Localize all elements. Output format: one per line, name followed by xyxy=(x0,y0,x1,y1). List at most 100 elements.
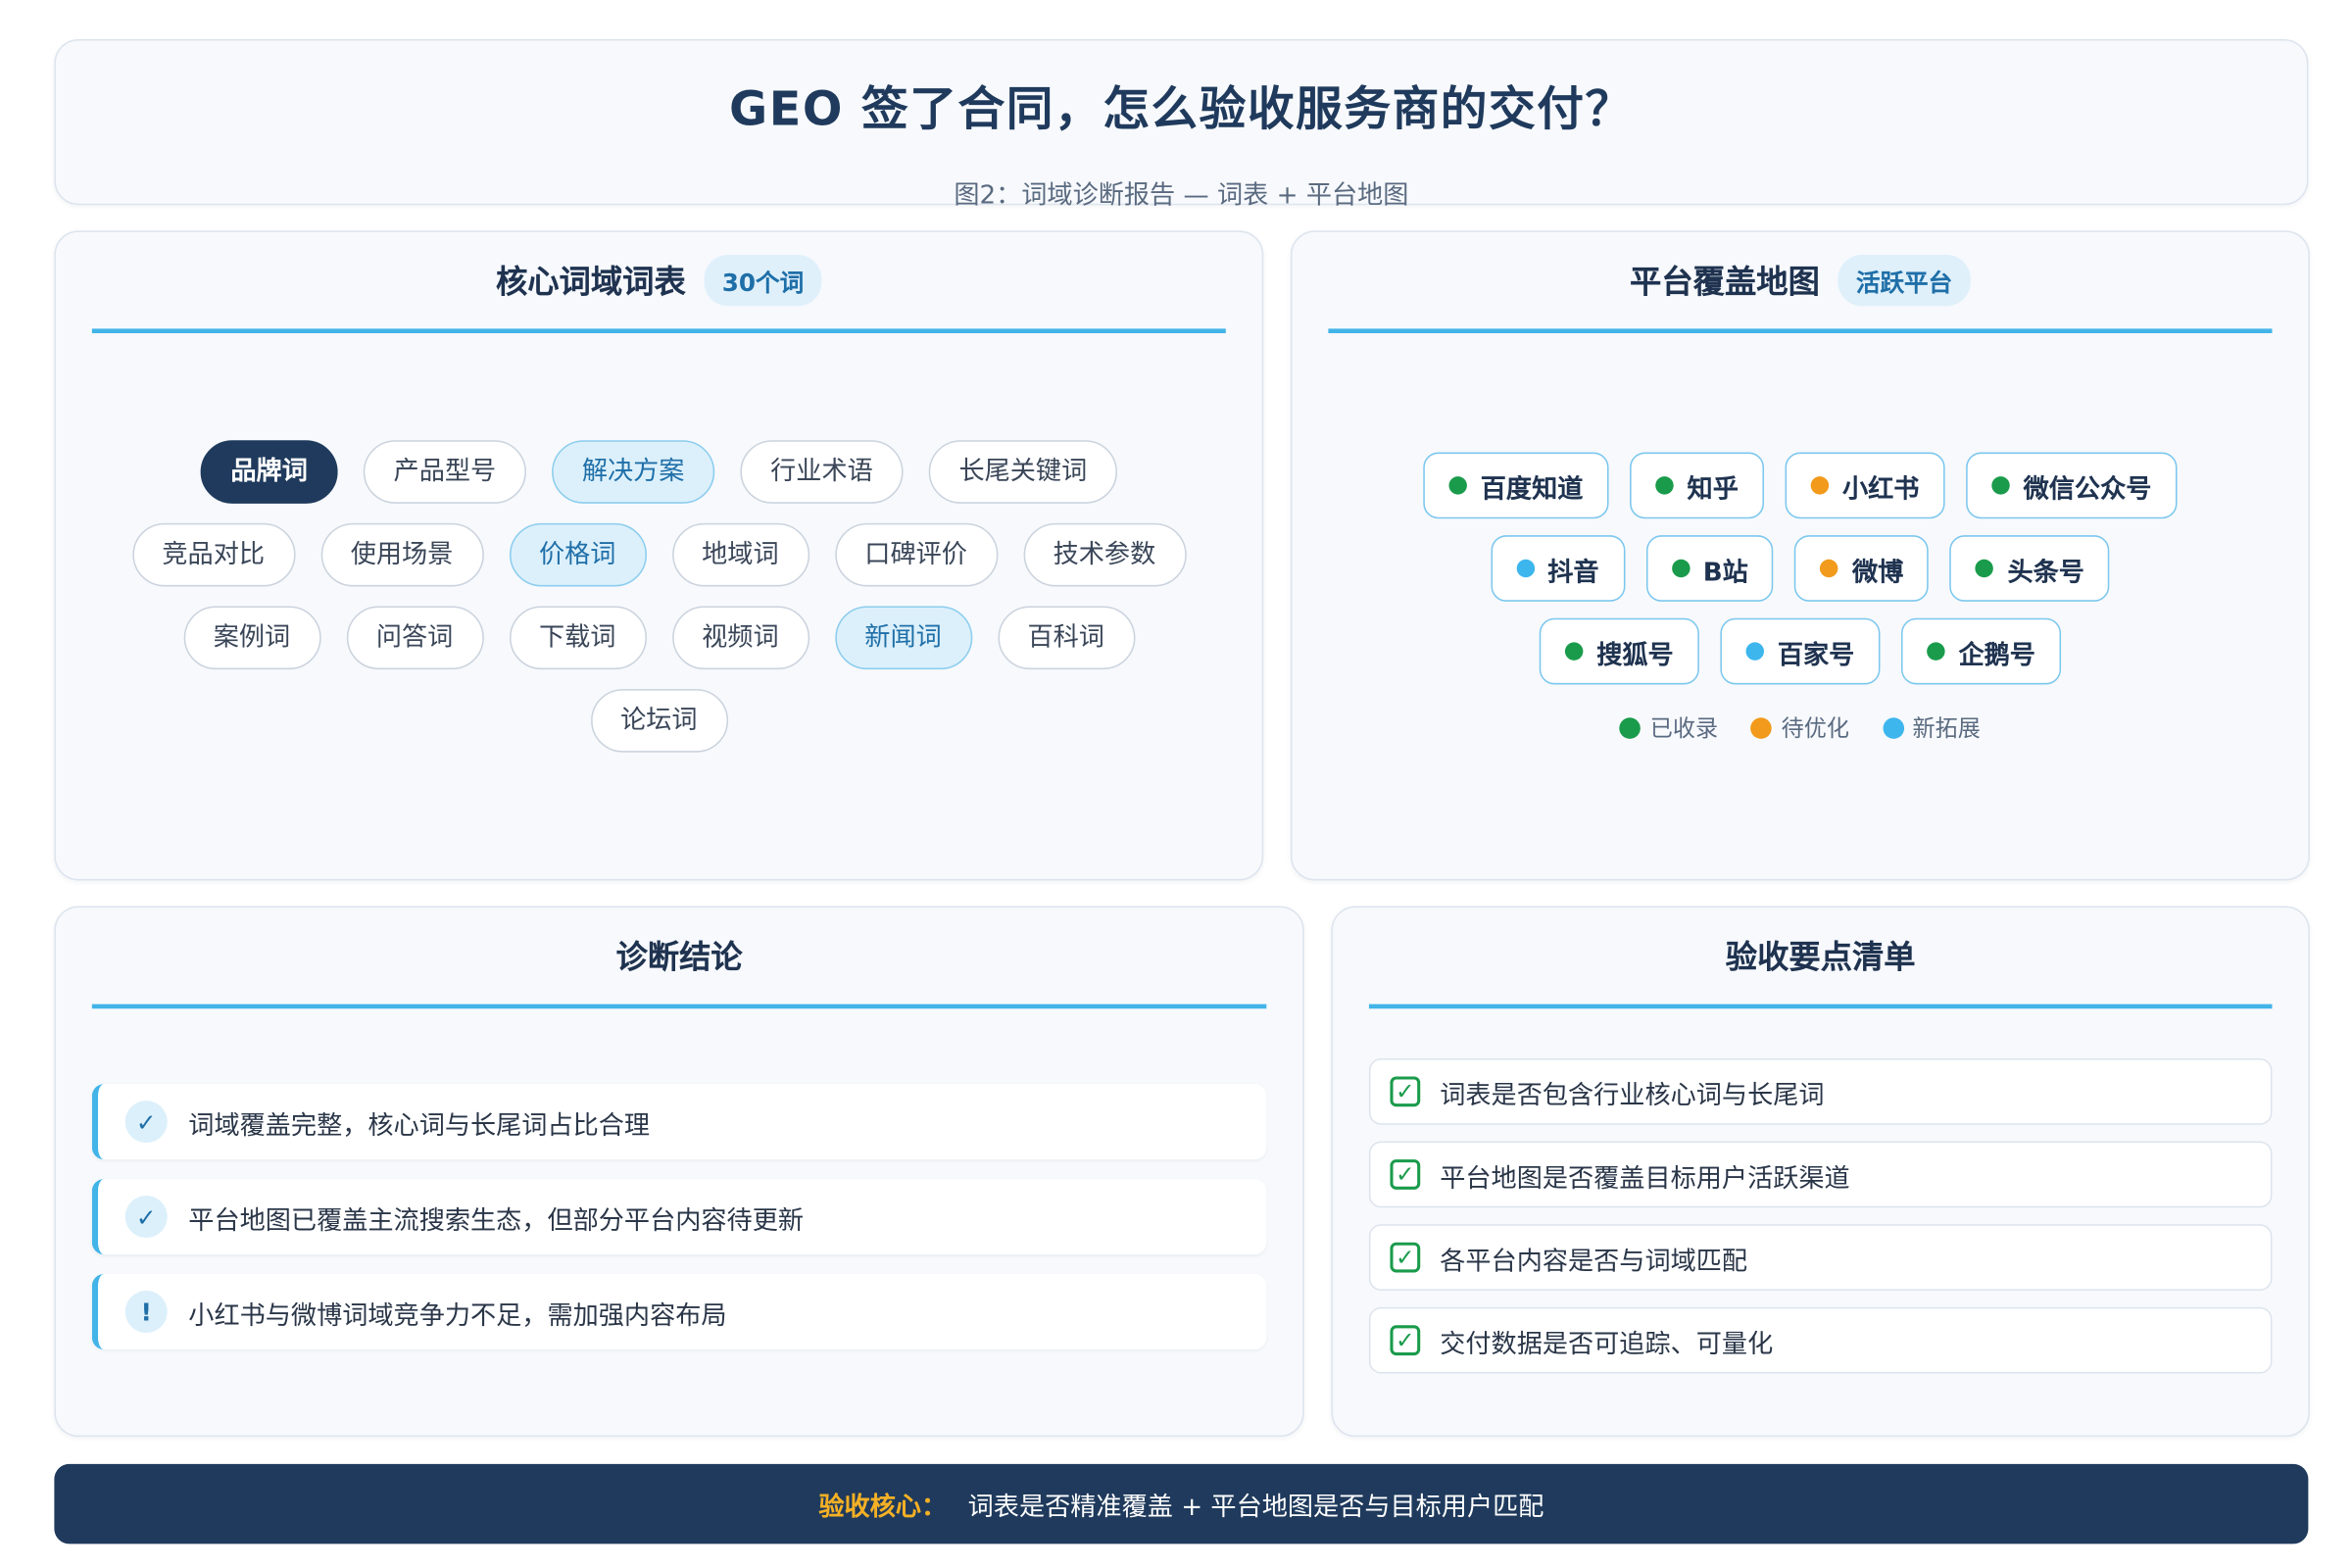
diagnosis-item: ! 小红书与微博词域竞争力不足，需加强内容布局 xyxy=(91,1274,1267,1349)
status-dot-icon xyxy=(1976,559,1994,578)
status-dot-icon xyxy=(1671,559,1690,578)
legend-item: 已收录 xyxy=(1620,711,1718,743)
legend-dot-icon xyxy=(1882,716,1904,739)
platform-chip[interactable]: B站 xyxy=(1645,535,1774,602)
wordlist-panel: 核心词域词表 30个词 品牌词 产品型号 解决方案 行业术语 长尾关键词 竞品对比 使用场景… xyxy=(54,230,1264,881)
platform-row: 抖音 B站 微博 头条号 xyxy=(1292,535,2308,602)
page-title: GEO 签了合同，怎么验收服务商的交付？ xyxy=(729,82,1634,138)
diagnosis-text: 词域覆盖完整，核心词与长尾词占比合理 xyxy=(188,1110,651,1141)
keyword-row: 案例词 问答词 下载词 视频词 新闻词 百科词 xyxy=(56,606,1262,670)
status-dot-icon xyxy=(1927,642,1945,661)
platform-panel-header: 平台覆盖地图 活跃平台 xyxy=(1328,232,2273,334)
checklist-item[interactable]: ✓ 词表是否包含行业核心词与长尾词 xyxy=(1368,1058,2273,1125)
platform-chip[interactable]: 知乎 xyxy=(1630,452,1765,519)
footer-text: 词表是否精准覆盖 + 平台地图是否与目标用户匹配 xyxy=(967,1493,1544,1523)
legend-label: 待优化 xyxy=(1781,714,1849,742)
diagnosis-item: ✓ 词域覆盖完整，核心词与长尾词占比合理 xyxy=(91,1084,1267,1160)
platform-row: 百度知道 知乎 小红书 微信公众号 xyxy=(1292,452,2308,519)
platform-legend: 已收录 待优化 新拓展 xyxy=(1292,711,2308,743)
platform-panel: 平台覆盖地图 活跃平台 百度知道 知乎 小红书 微信公众号抖音 B站 微博 头条号搜狐号 百家… xyxy=(1290,230,2310,881)
keyword-tag[interactable]: 问答词 xyxy=(346,606,484,670)
legend-label: 已收录 xyxy=(1649,714,1719,742)
diagnosis-item: ✓ 平台地图已覆盖主流搜索生态，但部分平台内容待更新 xyxy=(91,1179,1267,1255)
check-icon: ✓ xyxy=(124,1101,168,1144)
legend-label: 新拓展 xyxy=(1912,714,1981,742)
platform-chip[interactable]: 搜狐号 xyxy=(1539,617,1699,685)
keyword-tag[interactable]: 技术参数 xyxy=(1022,522,1187,587)
platform-label: 企鹅号 xyxy=(1958,640,2035,670)
platform-chip[interactable]: 小红书 xyxy=(1785,452,1945,519)
platform-label: 微博 xyxy=(1851,557,1904,588)
platform-label: 百家号 xyxy=(1777,640,1855,670)
platform-chip[interactable]: 百度知道 xyxy=(1423,452,1609,519)
status-dot-icon xyxy=(1448,476,1467,495)
diagnosis-panel-header: 诊断结论 xyxy=(91,907,1267,1009)
checklist-item[interactable]: ✓ 平台地图是否覆盖目标用户活跃渠道 xyxy=(1368,1141,2273,1208)
keyword-tag[interactable]: 案例词 xyxy=(182,606,320,670)
checklist-panel-title: 验收要点清单 xyxy=(1725,939,1916,976)
keyword-tag[interactable]: 论坛词 xyxy=(590,689,728,753)
checklist-panel-header: 验收要点清单 xyxy=(1368,907,2273,1009)
status-dot-icon xyxy=(1991,476,2010,495)
status-dot-icon xyxy=(1515,559,1535,578)
keyword-tag[interactable]: 使用场景 xyxy=(319,522,484,587)
keyword-tag[interactable]: 地域词 xyxy=(671,522,809,587)
keyword-tag[interactable]: 产品型号 xyxy=(363,440,526,504)
header-card: GEO 签了合同，怎么验收服务商的交付？ 图2：词域诊断报告 — 词表 + 平台… xyxy=(54,39,2309,211)
checklist-text: 平台地图是否覆盖目标用户活跃渠道 xyxy=(1440,1162,1850,1194)
check-icon: ✓ xyxy=(124,1196,168,1239)
checklist-text: 交付数据是否可追踪、可量化 xyxy=(1440,1329,1774,1359)
checklist-text: 词表是否包含行业核心词与长尾词 xyxy=(1440,1080,1825,1111)
platform-chip[interactable]: 头条号 xyxy=(1949,535,2111,602)
platform-chip[interactable]: 百家号 xyxy=(1720,617,1881,685)
platform-label: 头条号 xyxy=(2007,557,2084,588)
status-dot-icon xyxy=(1820,559,1839,578)
warning-icon: ! xyxy=(124,1290,168,1334)
keyword-row: 竞品对比 使用场景 价格词 地域词 口碑评价 技术参数 xyxy=(56,522,1262,587)
platform-chip[interactable]: 抖音 xyxy=(1490,535,1625,602)
keyword-tag[interactable]: 解决方案 xyxy=(552,440,715,504)
keyword-tag[interactable]: 口碑评价 xyxy=(834,522,998,587)
status-dot-icon xyxy=(1655,476,1674,495)
legend-item: 新拓展 xyxy=(1882,711,1981,743)
platform-panel-title: 平台覆盖地图 xyxy=(1630,264,1820,301)
checkbox-checked-icon: ✓ xyxy=(1390,1325,1421,1356)
keyword-row: 论坛词 xyxy=(56,689,1262,753)
checkbox-checked-icon: ✓ xyxy=(1390,1242,1421,1273)
keyword-tag[interactable]: 新闻词 xyxy=(834,606,972,670)
platform-row: 搜狐号 百家号 企鹅号 xyxy=(1292,617,2308,685)
checkbox-checked-icon: ✓ xyxy=(1390,1076,1421,1107)
word-count-badge: 30个词 xyxy=(704,255,822,307)
platform-chip[interactable]: 企鹅号 xyxy=(1901,617,2062,685)
platform-label: 知乎 xyxy=(1687,473,1739,505)
diagnosis-text: 平台地图已覆盖主流搜索生态，但部分平台内容待更新 xyxy=(188,1205,805,1236)
checklist-item[interactable]: ✓ 交付数据是否可追踪、可量化 xyxy=(1368,1306,2273,1374)
checkbox-checked-icon: ✓ xyxy=(1390,1159,1421,1190)
status-dot-icon xyxy=(1810,476,1830,495)
keyword-tag[interactable]: 下载词 xyxy=(509,606,647,670)
page-subtitle: 图2：词域诊断报告 — 词表 + 平台地图 xyxy=(954,180,1409,212)
diagnosis-panel: 诊断结论 ✓ 词域覆盖完整，核心词与长尾词占比合理 ✓ 平台地图已覆盖主流搜索生态，但… xyxy=(54,906,1304,1438)
platform-label: 小红书 xyxy=(1842,473,1920,505)
checklist-item[interactable]: ✓ 各平台内容是否与词域匹配 xyxy=(1368,1224,2273,1291)
platform-label: 百度知道 xyxy=(1480,473,1584,505)
keyword-tag[interactable]: 行业术语 xyxy=(740,440,904,504)
diagnosis-panel-title: 诊断结论 xyxy=(615,939,743,976)
keyword-tag[interactable]: 品牌词 xyxy=(200,440,338,504)
legend-dot-icon xyxy=(1750,716,1773,739)
footer-label: 验收核心： xyxy=(818,1493,948,1523)
keyword-tag[interactable]: 价格词 xyxy=(509,522,647,587)
keyword-tag[interactable]: 百科词 xyxy=(997,606,1135,670)
keyword-tag[interactable]: 视频词 xyxy=(671,606,809,670)
keyword-tag[interactable]: 竞品对比 xyxy=(131,522,295,587)
legend-item: 待优化 xyxy=(1750,711,1849,743)
legend-dot-icon xyxy=(1620,716,1642,739)
platform-chip[interactable]: 微博 xyxy=(1794,535,1930,602)
status-dot-icon xyxy=(1564,642,1584,661)
keyword-tag[interactable]: 长尾关键词 xyxy=(928,440,1118,504)
checklist-panel: 验收要点清单 ✓ 词表是否包含行业核心词与长尾词 ✓ 平台地图是否覆盖目标用户活跃渠道… xyxy=(1331,906,2310,1438)
platform-label: 搜狐号 xyxy=(1596,640,1674,670)
platform-chip[interactable]: 微信公众号 xyxy=(1966,452,2178,519)
platform-label: 微信公众号 xyxy=(2023,473,2152,505)
status-dot-icon xyxy=(1745,642,1765,661)
